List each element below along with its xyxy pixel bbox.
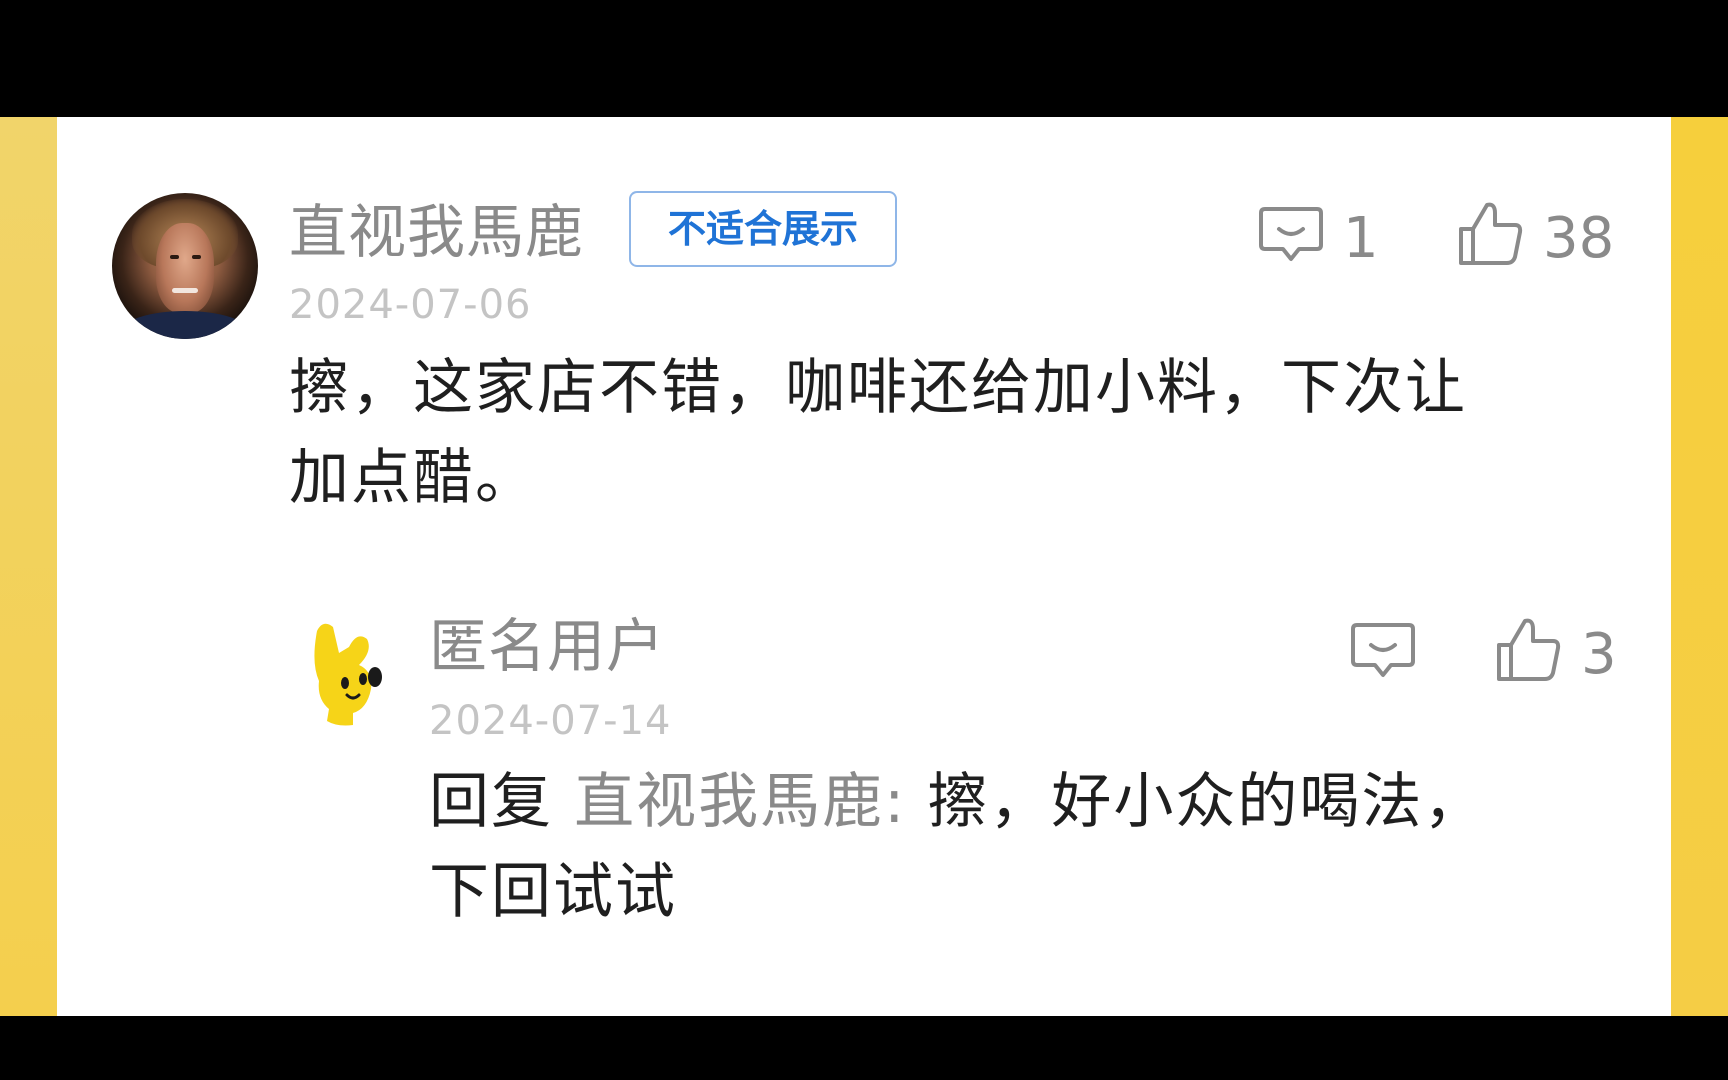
reply-target-link[interactable]: 直视我馬鹿:	[574, 767, 906, 837]
comment-bubble-icon	[1349, 619, 1417, 691]
comment-date: 2024-07-06	[289, 282, 532, 328]
thumbs-up-icon	[1457, 199, 1525, 279]
comment-like-button[interactable]: 38	[1457, 199, 1614, 279]
comment-like-count: 38	[1543, 206, 1615, 271]
status-badge: 不适合展示	[629, 191, 897, 267]
reply-author-name[interactable]: 匿名用户	[429, 617, 665, 675]
comment-text-line: 加点醋。	[289, 443, 537, 513]
comment-text: 擦，这家店不错，咖啡还给加小料，下次让 加点醋。	[289, 343, 1689, 523]
comment-reply-count: 1	[1343, 206, 1379, 271]
reply-like-count: 3	[1581, 622, 1617, 687]
reply-text-content: 擦，好小众的喝法，	[927, 767, 1486, 837]
reply-text-line: 下回试试	[429, 857, 677, 927]
reply-text: 回复 直视我馬鹿: 擦，好小众的喝法， 下回试试	[429, 757, 1649, 937]
comment-text-line: 擦，这家店不错，咖啡还给加小料，下次让	[289, 353, 1467, 423]
comment-reply-button[interactable]: 1	[1257, 203, 1379, 275]
anonymous-avatar-icon[interactable]	[297, 617, 397, 727]
comment-bubble-icon	[1257, 203, 1325, 275]
reply-reply-button[interactable]	[1349, 619, 1435, 691]
comment-card: 直视我馬鹿 不适合展示 2024-07-06 1 38 擦，这家店不错，咖啡还给…	[57, 117, 1671, 1016]
reply-like-button[interactable]: 3	[1495, 615, 1617, 695]
reply-prefix-label: 回复	[429, 767, 553, 837]
side-panel-right	[1671, 117, 1728, 1016]
thumbs-up-icon	[1495, 615, 1563, 695]
side-panel-left	[0, 117, 57, 1016]
content-stage: 直视我馬鹿 不适合展示 2024-07-06 1 38 擦，这家店不错，咖啡还给…	[0, 117, 1728, 1016]
avatar[interactable]	[112, 193, 258, 339]
comment-author-name[interactable]: 直视我馬鹿	[289, 203, 584, 261]
reply-text-line: 回复 直视我馬鹿: 擦，好小众的喝法，	[429, 757, 1649, 847]
reply-date: 2024-07-14	[429, 698, 672, 744]
